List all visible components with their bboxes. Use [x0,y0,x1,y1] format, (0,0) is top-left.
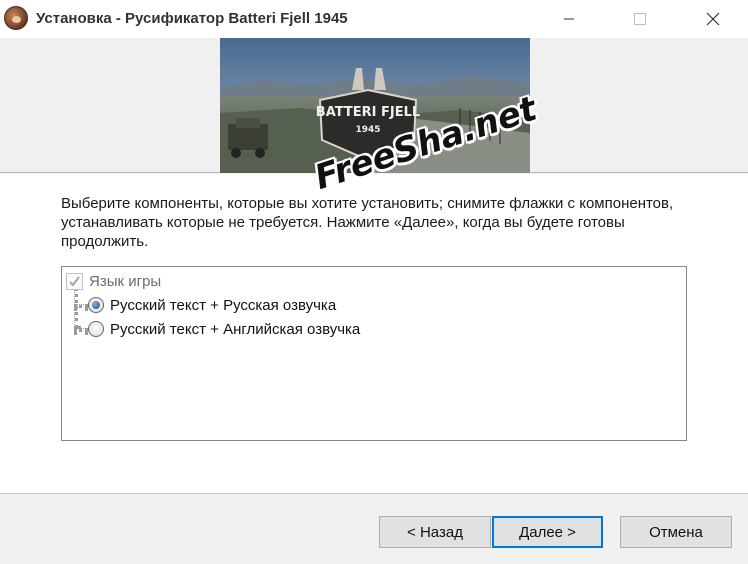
window-title: Установка - Русификатор Batteri Fjell 19… [36,10,348,27]
wizard-content: Выберите компоненты, которые вы хотите у… [0,174,748,494]
radio-selected-icon [88,297,104,313]
banner-logo-text: BATTERI FJELL [316,105,420,120]
option-russian-voice[interactable]: Русский текст + Русская озвучка [88,294,336,316]
tree-connector [74,304,88,308]
close-button[interactable] [690,0,736,38]
minimize-icon [564,18,574,20]
option-label: Русский текст + Русская озвучка [110,296,337,314]
component-group-language[interactable]: Язык игры [66,270,161,292]
option-label: Русский текст + Английская озвучка [110,320,361,338]
back-button[interactable]: < Назад [379,516,491,548]
maximize-icon [634,13,646,25]
close-icon [706,12,720,26]
tree-connector [74,328,88,332]
cancel-button[interactable]: Отмена [620,516,732,548]
components-tree[interactable]: Язык игры Русский текст + Русская озвучк… [61,266,687,441]
title-bar: Установка - Русификатор Batteri Fjell 19… [0,0,748,38]
app-icon [4,6,28,30]
banner-logo-year: 1945 [355,125,380,135]
instructions-text: Выберите компоненты, которые вы хотите у… [61,195,674,250]
maximize-button[interactable] [617,0,663,38]
tree-connector [74,287,78,329]
checkbox-icon [66,272,83,290]
component-group-label: Язык игры [89,272,162,290]
next-button[interactable]: Далее > [492,516,603,548]
minimize-button[interactable] [546,0,592,38]
option-english-voice[interactable]: Русский текст + Английская озвучка [88,318,360,340]
radio-unselected-icon [88,321,104,337]
